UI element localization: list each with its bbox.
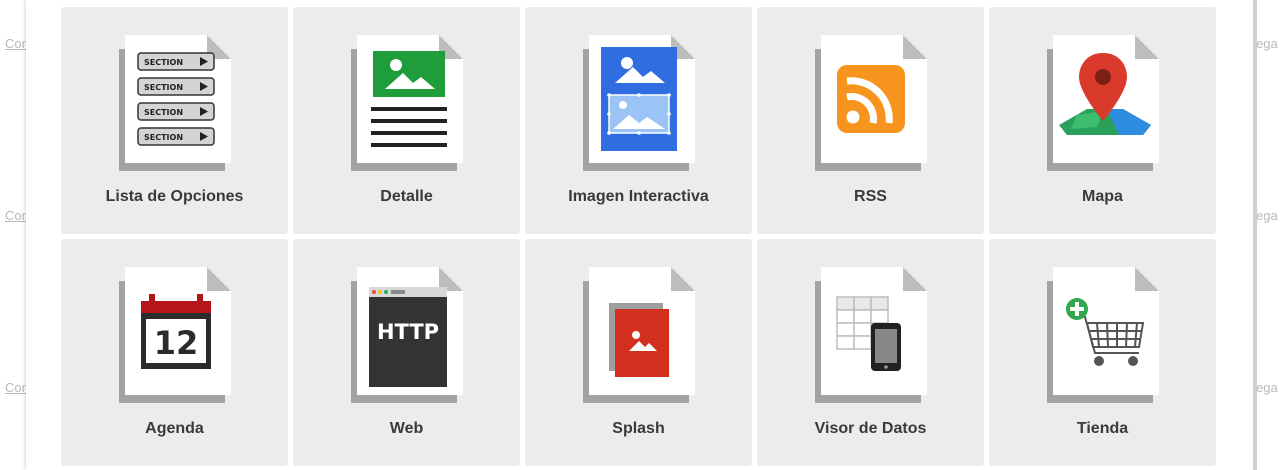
data-viewer-icon	[815, 267, 927, 403]
option-tile-agenda[interactable]: 12 Agenda	[61, 239, 288, 466]
interactive-image-icon	[583, 35, 695, 171]
option-tile-mapa[interactable]: Mapa	[989, 7, 1216, 234]
option-tile-web[interactable]: HTTP Web	[293, 239, 520, 466]
option-label: Agenda	[145, 420, 204, 437]
option-label: Mapa	[1082, 188, 1123, 205]
background-left-text: Cor	[5, 208, 26, 223]
option-label: Visor de Datos	[814, 420, 927, 437]
section-list-icon: SECTION SECTION SECTION SECTION	[119, 35, 231, 171]
option-grid: SECTION SECTION SECTION SECTION Lista de…	[61, 7, 1216, 466]
section-label: SECTION	[144, 83, 183, 92]
background-right-text: ega	[1256, 36, 1278, 51]
option-tile-rss[interactable]: RSS	[757, 7, 984, 234]
option-label: Imagen Interactiva	[568, 188, 709, 205]
web-http-icon: HTTP	[351, 267, 463, 403]
option-label: Lista de Opciones	[105, 188, 244, 205]
option-tile-tienda[interactable]: Tienda	[989, 239, 1216, 466]
store-cart-icon	[1047, 267, 1159, 403]
background-right-text: ega	[1256, 380, 1278, 395]
rss-feed-icon	[815, 35, 927, 171]
map-pin-icon	[1047, 35, 1159, 171]
option-label: Detalle	[380, 188, 433, 205]
option-label: Splash	[612, 420, 665, 437]
section-label: SECTION	[144, 108, 183, 117]
background-left-text: Cor	[5, 380, 26, 395]
option-tile-splash[interactable]: Splash	[525, 239, 752, 466]
calendar-day: 12	[154, 324, 199, 362]
detail-page-icon	[351, 35, 463, 171]
option-tile-imagen-interactiva[interactable]: Imagen Interactiva	[525, 7, 752, 234]
section-label: SECTION	[144, 58, 183, 67]
option-tile-lista-de-opciones[interactable]: SECTION SECTION SECTION SECTION Lista de…	[61, 7, 288, 234]
option-label: RSS	[854, 188, 887, 205]
calendar-icon: 12	[119, 267, 231, 403]
option-tile-detalle[interactable]: Detalle	[293, 7, 520, 234]
background-left-text: Cor	[5, 36, 26, 51]
panel-scrollbar[interactable]	[1253, 0, 1257, 470]
option-label: Tienda	[1076, 420, 1129, 437]
http-text: HTTP	[377, 320, 439, 344]
section-label: SECTION	[144, 133, 183, 142]
option-label: Web	[389, 420, 424, 437]
background-right-text: ega	[1256, 208, 1278, 223]
option-tile-visor-de-datos[interactable]: Visor de Datos	[757, 239, 984, 466]
splash-image-icon	[583, 267, 695, 403]
